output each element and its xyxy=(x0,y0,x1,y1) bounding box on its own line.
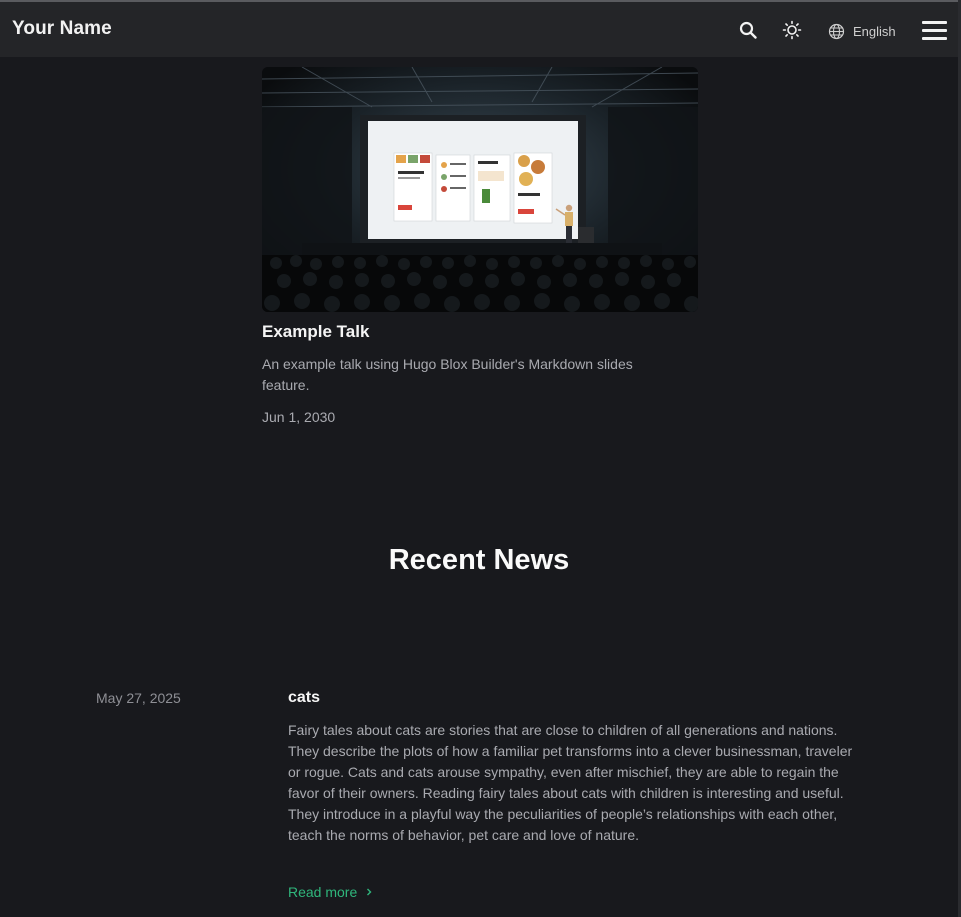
sun-icon xyxy=(782,20,802,40)
news-item-date: May 27, 2025 xyxy=(96,690,181,706)
chevron-right-icon xyxy=(367,888,372,896)
site-brand[interactable]: Your Name xyxy=(12,18,112,40)
news-item-summary: Fairy tales about cats are stories that … xyxy=(288,722,853,843)
talk-title-link[interactable]: Example Talk xyxy=(262,322,369,342)
talk-description: An example talk using Hugo Blox Builder'… xyxy=(262,356,633,393)
navbar: Your Name English xyxy=(0,2,958,57)
search-icon xyxy=(739,21,757,39)
hamburger-menu-button[interactable] xyxy=(922,21,948,41)
news-item-title-link[interactable]: cats xyxy=(288,689,320,707)
conference-stage-image xyxy=(262,67,698,312)
read-more-label: Read more xyxy=(288,884,358,900)
theme-toggle-button[interactable] xyxy=(781,19,803,41)
read-more-link[interactable]: Read more xyxy=(288,884,372,900)
talk-date: Jun 1, 2030 xyxy=(262,409,336,425)
recent-news-heading: Recent News xyxy=(388,544,570,576)
language-selector[interactable]: English xyxy=(828,20,896,42)
globe-icon xyxy=(828,23,845,39)
language-label: English xyxy=(853,23,896,39)
search-button[interactable] xyxy=(737,19,759,41)
talk-featured-image[interactable] xyxy=(262,67,698,312)
